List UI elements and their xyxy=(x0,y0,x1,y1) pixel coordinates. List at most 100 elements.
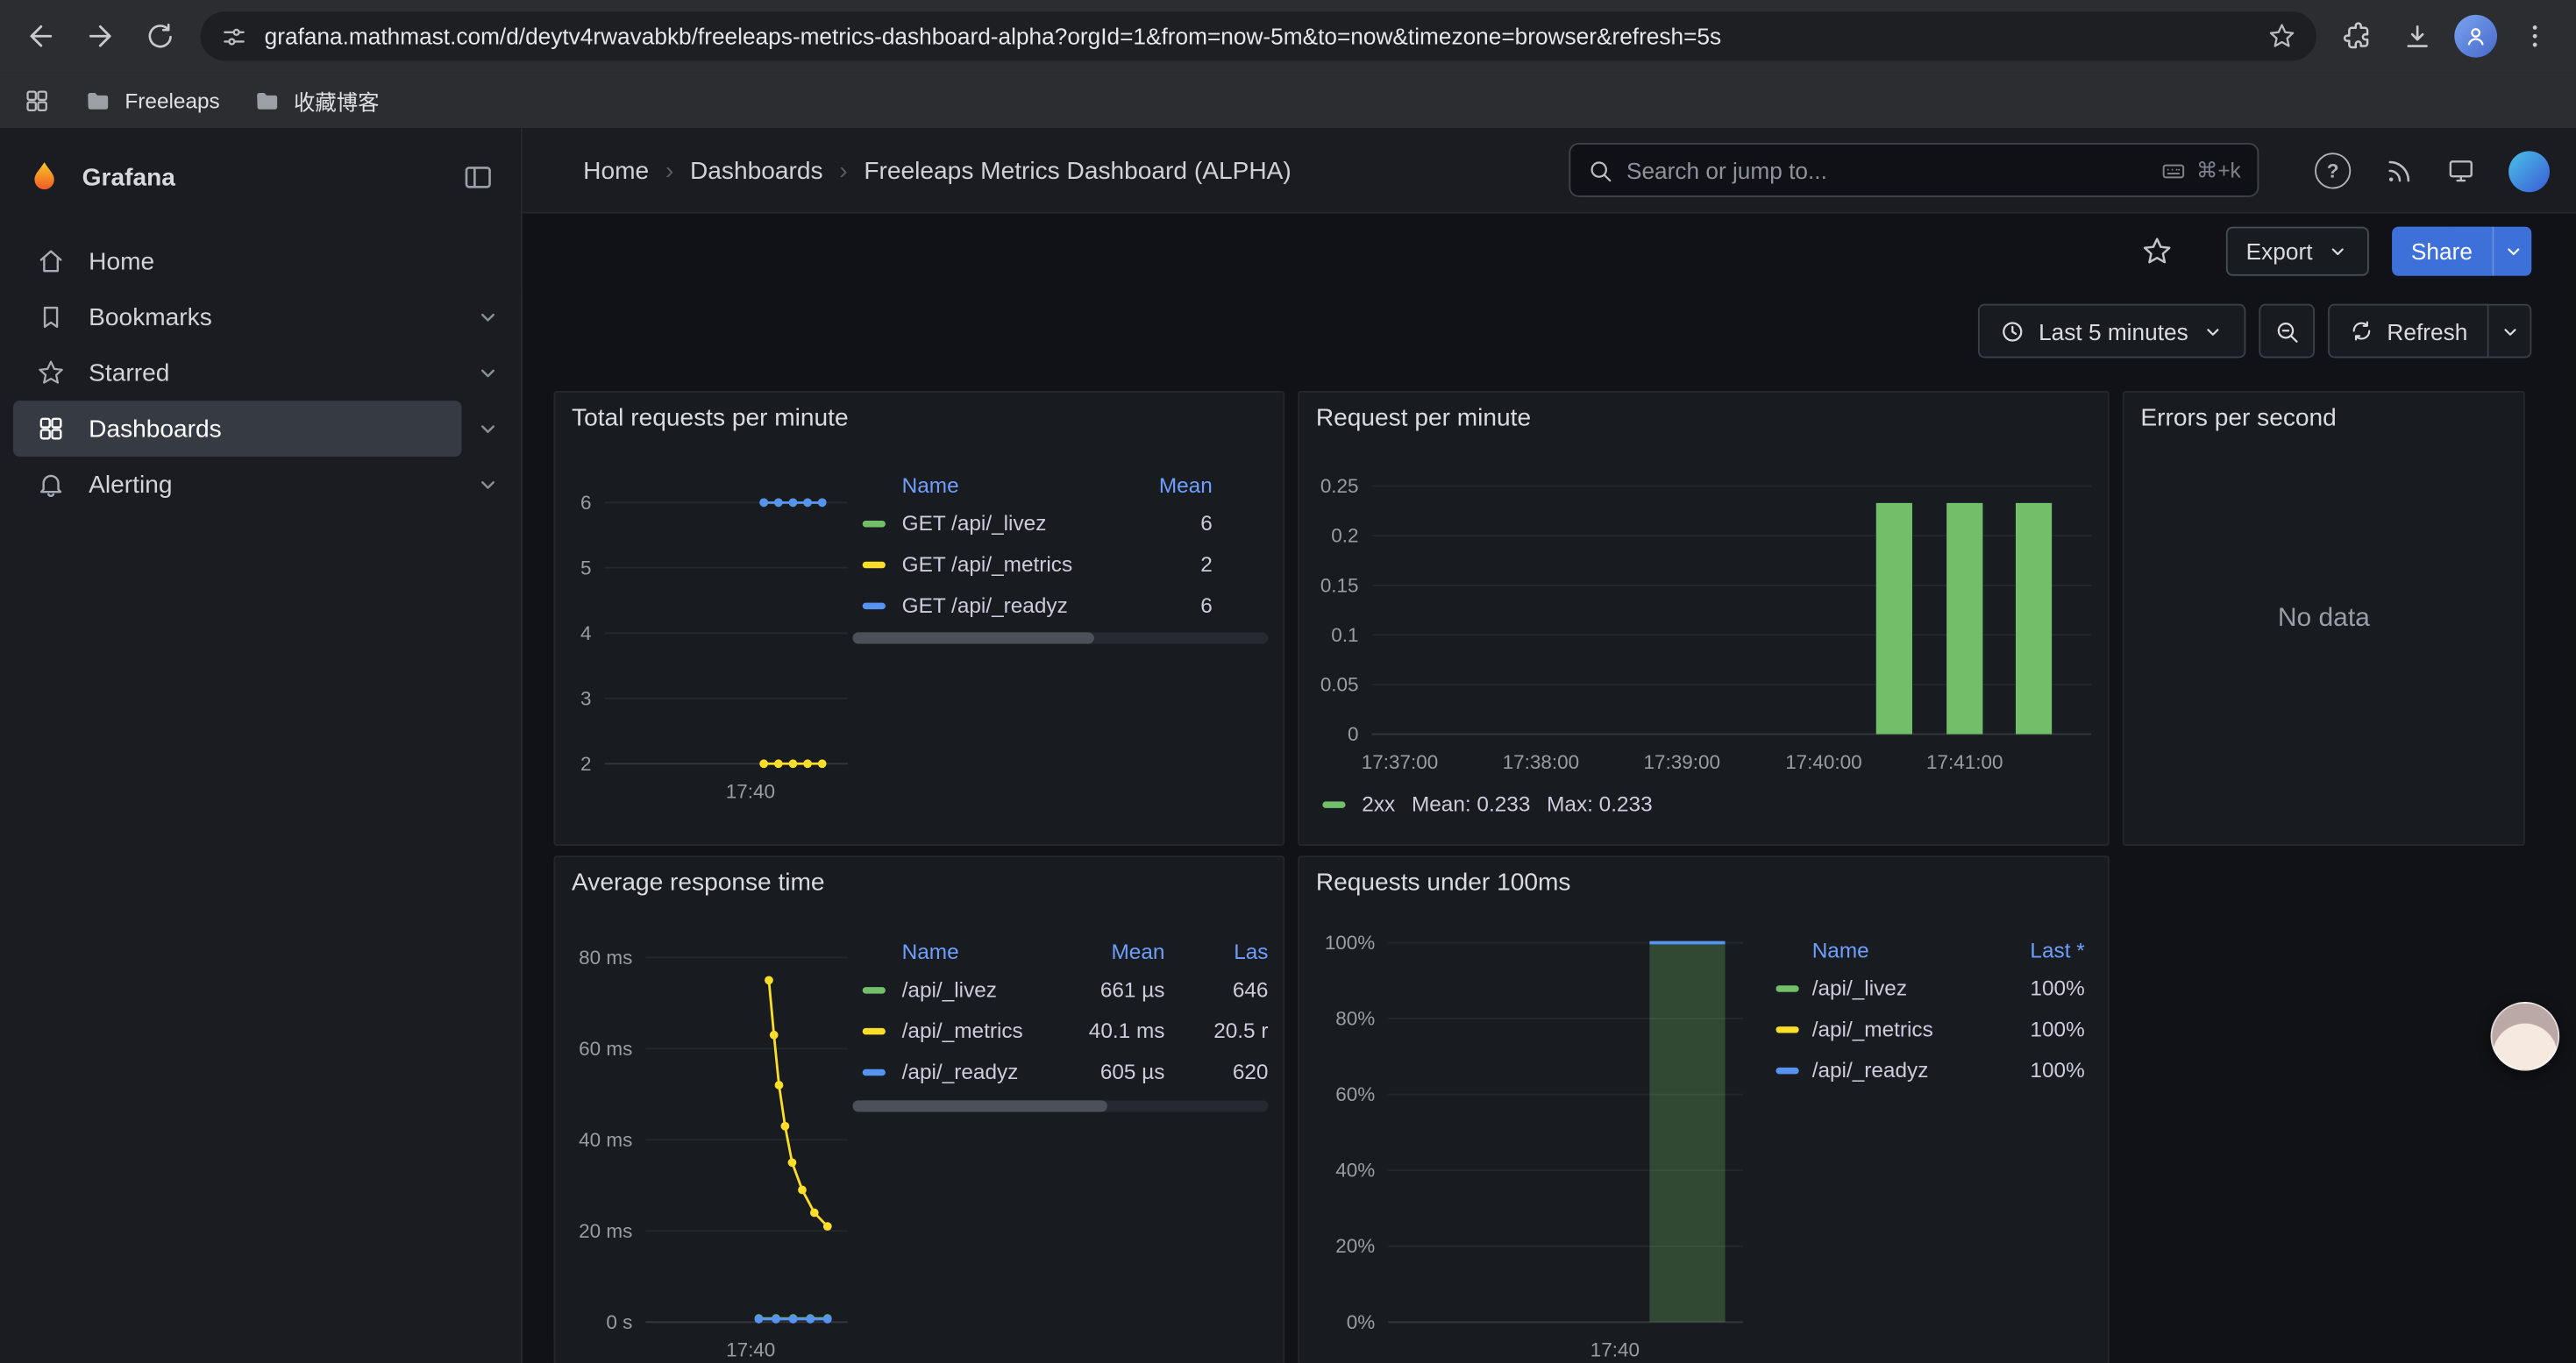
legend-series-name[interactable]: GET /api/_metrics xyxy=(902,552,1128,577)
sidebar-item-starred[interactable]: Starred xyxy=(0,344,521,401)
svg-text:60%: 60% xyxy=(1335,1083,1375,1105)
share-dropdown-icon[interactable] xyxy=(2492,227,2531,276)
legend-row: /api/_readyz 100% xyxy=(1766,1049,2084,1090)
svg-text:17:38:00: 17:38:00 xyxy=(1503,751,1579,773)
bookmark-folder-freeleaps[interactable]: Freeleaps xyxy=(84,86,220,114)
series-swatch xyxy=(1775,984,1798,990)
user-avatar[interactable] xyxy=(2508,150,2550,191)
scrollbar-thumb[interactable] xyxy=(852,1100,1107,1111)
legend-header-name[interactable]: Name xyxy=(1812,937,1989,962)
scrollbar-thumb[interactable] xyxy=(852,632,1093,643)
series-swatch xyxy=(863,520,886,526)
legend-header-name[interactable]: Name xyxy=(902,939,1073,963)
legend-scrollbar[interactable] xyxy=(852,632,1268,643)
browser-profile-avatar[interactable] xyxy=(2454,15,2497,58)
sidebar-item-bookmarks[interactable]: Bookmarks xyxy=(0,289,521,345)
legend-table: Name Mean Las /api/_livez 661 µs 646 /ap… xyxy=(852,933,1268,1092)
bookmarks-apps-icon[interactable] xyxy=(23,86,51,114)
legend-header-last[interactable]: Las xyxy=(1164,939,1268,963)
time-range-label: Last 5 minutes xyxy=(2039,318,2188,344)
grafana-logo[interactable] xyxy=(26,160,62,195)
breadcrumb-home[interactable]: Home xyxy=(583,157,649,185)
help-icon[interactable]: ? xyxy=(2315,153,2351,188)
time-range-picker[interactable]: Last 5 minutes xyxy=(1978,304,2246,358)
svg-text:17:37:00: 17:37:00 xyxy=(1362,751,1438,773)
legend-header-last[interactable]: Last * xyxy=(1989,937,2085,962)
search-input[interactable]: Search or jump to... ⌘+k xyxy=(1569,143,2259,197)
legend-header-mean[interactable]: Mean xyxy=(1073,939,1165,963)
svg-text:60 ms: 60 ms xyxy=(579,1038,632,1060)
legend-header: Name Mean xyxy=(852,466,1268,502)
tv-mode-icon[interactable] xyxy=(2446,156,2476,186)
bookmark-folder-blogs[interactable]: 收藏博客 xyxy=(253,84,379,116)
reload-icon xyxy=(144,20,175,52)
legend-series-name[interactable]: /api/_metrics xyxy=(902,1019,1073,1043)
chevron-down-icon[interactable] xyxy=(474,359,501,386)
site-settings-icon[interactable] xyxy=(220,22,248,50)
svg-text:0 s: 0 s xyxy=(606,1311,632,1333)
forward-button[interactable] xyxy=(72,8,128,64)
legend-series-name[interactable]: /api/_livez xyxy=(902,977,1073,1002)
browser-toolbar: grafana.mathmast.com/d/deytv4rwavabkb/fr… xyxy=(0,0,2576,72)
reload-button[interactable] xyxy=(132,8,188,64)
folder-icon xyxy=(253,86,281,114)
legend-last-value: 20.5 r xyxy=(1164,1019,1268,1043)
legend-series-name[interactable]: GET /api/_readyz xyxy=(902,593,1128,617)
share-button[interactable]: Share xyxy=(2391,227,2492,276)
chevron-down-icon[interactable] xyxy=(474,304,501,330)
url-bar[interactable]: grafana.mathmast.com/d/deytv4rwavabkb/fr… xyxy=(201,11,2316,60)
sidebar-item-label: Dashboards xyxy=(89,415,222,443)
legend-series-name[interactable]: 2xx xyxy=(1362,792,1395,816)
news-rss-icon[interactable] xyxy=(2384,156,2414,186)
breadcrumb-separator: › xyxy=(839,157,847,185)
legend-series-name[interactable]: /api/_readyz xyxy=(902,1060,1073,1084)
legend-series-name[interactable]: /api/_metrics xyxy=(1812,1017,1989,1041)
sidebar-item-dashboards[interactable]: Dashboards xyxy=(0,401,521,457)
zoom-out-icon[interactable] xyxy=(2259,304,2315,358)
series-swatch xyxy=(863,561,886,567)
back-button[interactable] xyxy=(13,8,69,64)
sidebar-item-alerting[interactable]: Alerting xyxy=(0,457,521,513)
refresh-button[interactable]: Refresh xyxy=(2328,304,2489,358)
legend-row: /api/_livez 661 µs 646 xyxy=(852,969,1268,1010)
extensions-icon[interactable] xyxy=(2330,8,2386,64)
legend-last-value: 100% xyxy=(1989,1058,2085,1083)
legend-header-mean[interactable]: Mean xyxy=(1127,472,1212,497)
search-shortcut-label: ⌘+k xyxy=(2196,157,2241,183)
dock-sidebar-icon[interactable] xyxy=(462,161,495,194)
bookmark-star-icon[interactable] xyxy=(2267,21,2297,51)
svg-text:6: 6 xyxy=(580,492,592,514)
favorite-star-icon[interactable] xyxy=(2141,235,2174,267)
bookmark-icon xyxy=(36,302,66,332)
legend-series-name[interactable]: /api/_livez xyxy=(1812,976,1989,1000)
export-button[interactable]: Export xyxy=(2226,227,2368,276)
svg-text:0.2: 0.2 xyxy=(1331,525,1358,547)
chevron-down-icon[interactable] xyxy=(474,415,501,442)
downloads-icon[interactable] xyxy=(2388,8,2444,64)
chevron-down-icon[interactable] xyxy=(474,472,501,498)
keyboard-icon xyxy=(2160,157,2187,183)
svg-text:17:41:00: 17:41:00 xyxy=(1926,751,2003,773)
series-swatch xyxy=(1322,800,1345,806)
search-placeholder: Search or jump to... xyxy=(1626,157,1827,183)
svg-text:0.1: 0.1 xyxy=(1331,624,1358,646)
refresh-interval-dropdown[interactable] xyxy=(2489,304,2532,358)
svg-text:17:40:00: 17:40:00 xyxy=(1785,751,1861,773)
legend-series-name[interactable]: GET /api/_livez xyxy=(902,511,1128,536)
legend-row: /api/_metrics 100% xyxy=(1766,1008,2084,1049)
legend-header-name[interactable]: Name xyxy=(902,472,1128,497)
legend-mean-value: 40.1 ms xyxy=(1073,1019,1165,1043)
breadcrumb-dashboards[interactable]: Dashboards xyxy=(690,157,823,185)
panel-total-requests: Total requests per minute 6543217:40 Nam… xyxy=(553,391,1284,846)
bookmarks-bar: Freeleaps 收藏博客 xyxy=(0,72,2576,128)
sidebar-item-home[interactable]: Home xyxy=(0,233,521,289)
legend-series-name[interactable]: /api/_readyz xyxy=(1812,1058,1989,1083)
sidebar-item-label: Bookmarks xyxy=(89,303,212,331)
floating-assistant-avatar[interactable] xyxy=(2491,1002,2560,1071)
grafana-sidebar: Grafana Home Bookmarks xyxy=(0,128,523,1363)
legend-scrollbar[interactable] xyxy=(852,1100,1268,1111)
legend-row: GET /api/_livez 6 xyxy=(852,502,1268,543)
svg-text:0.05: 0.05 xyxy=(1320,673,1359,695)
series-swatch xyxy=(863,1027,886,1033)
browser-menu-icon[interactable] xyxy=(2507,8,2563,64)
